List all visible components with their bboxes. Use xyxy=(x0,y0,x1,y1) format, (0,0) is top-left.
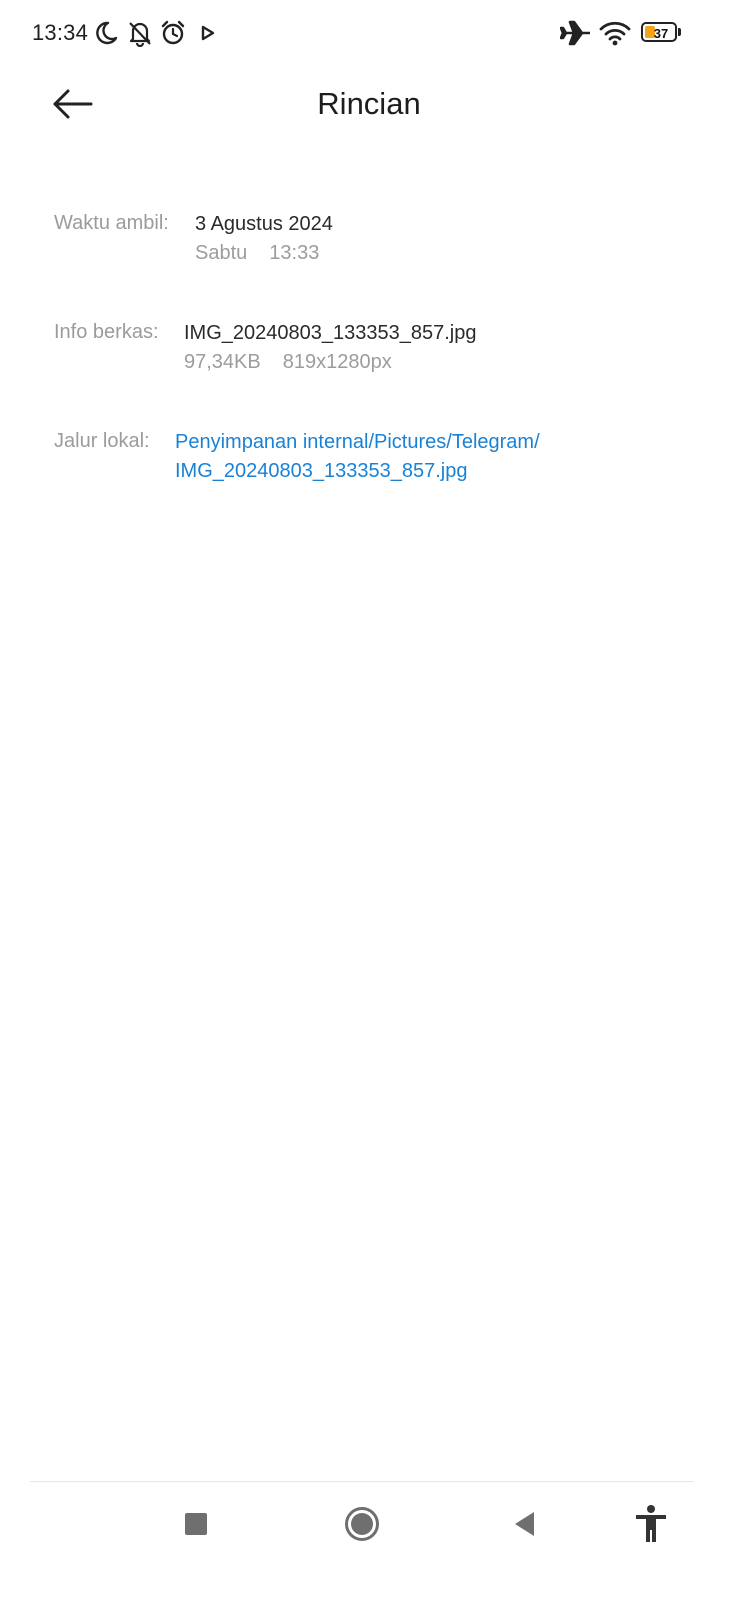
wifi-icon xyxy=(598,18,632,48)
file-name: IMG_20240803_133353_857.jpg xyxy=(184,322,477,344)
recents-button[interactable] xyxy=(168,1498,224,1554)
page-title: Rincian xyxy=(317,86,421,121)
local-path-line1[interactable]: Penyimpanan internal/Pictures/Telegram/ xyxy=(175,428,540,457)
file-info-label: Info berkas: xyxy=(54,321,159,343)
detail-row-file-info: Info berkas: IMG_20240803_133353_857.jpg… xyxy=(54,319,698,377)
taken-date: 3 Agustus 2024 xyxy=(195,213,333,235)
accessibility-icon xyxy=(633,1504,669,1549)
taken-label: Waktu ambil: xyxy=(54,212,169,234)
accessibility-button[interactable] xyxy=(623,1498,679,1554)
battery-icon: 37 xyxy=(641,22,681,44)
taken-day: Sabtu xyxy=(195,242,248,264)
battery-percent: 37 xyxy=(653,26,669,41)
status-time: 13:34 xyxy=(32,20,89,45)
local-path-line2[interactable]: IMG_20240803_133353_857.jpg xyxy=(175,457,540,486)
recents-square-icon xyxy=(183,1511,209,1542)
play-icon xyxy=(198,18,218,48)
file-size: 97,34KB xyxy=(184,351,261,373)
file-resolution: 819x1280px xyxy=(282,351,392,373)
taken-time: 13:33 xyxy=(269,242,320,264)
nav-divider xyxy=(30,1481,694,1482)
back-triangle-icon xyxy=(512,1510,538,1543)
home-circle-icon xyxy=(344,1506,380,1547)
status-bar: 13:34 37 xyxy=(0,0,738,68)
taken-value: 3 Agustus 2024 Sabtu 13:33 xyxy=(195,210,333,268)
local-path-link[interactable]: Penyimpanan internal/Pictures/Telegram/ … xyxy=(175,428,540,486)
file-info-value: IMG_20240803_133353_857.jpg 97,34KB 819x1… xyxy=(184,319,476,377)
moon-icon xyxy=(92,18,120,48)
local-path-label: Jalur lokal: xyxy=(54,430,150,452)
back-nav-button[interactable] xyxy=(497,1498,553,1554)
home-button[interactable] xyxy=(334,1498,390,1554)
alarm-icon xyxy=(158,18,188,48)
bell-off-icon xyxy=(125,18,155,48)
airplane-icon xyxy=(559,18,593,48)
detail-row-local-path: Jalur lokal: Penyimpanan internal/Pictur… xyxy=(54,428,698,486)
detail-row-taken: Waktu ambil: 3 Agustus 2024 Sabtu 13:33 xyxy=(54,210,698,268)
